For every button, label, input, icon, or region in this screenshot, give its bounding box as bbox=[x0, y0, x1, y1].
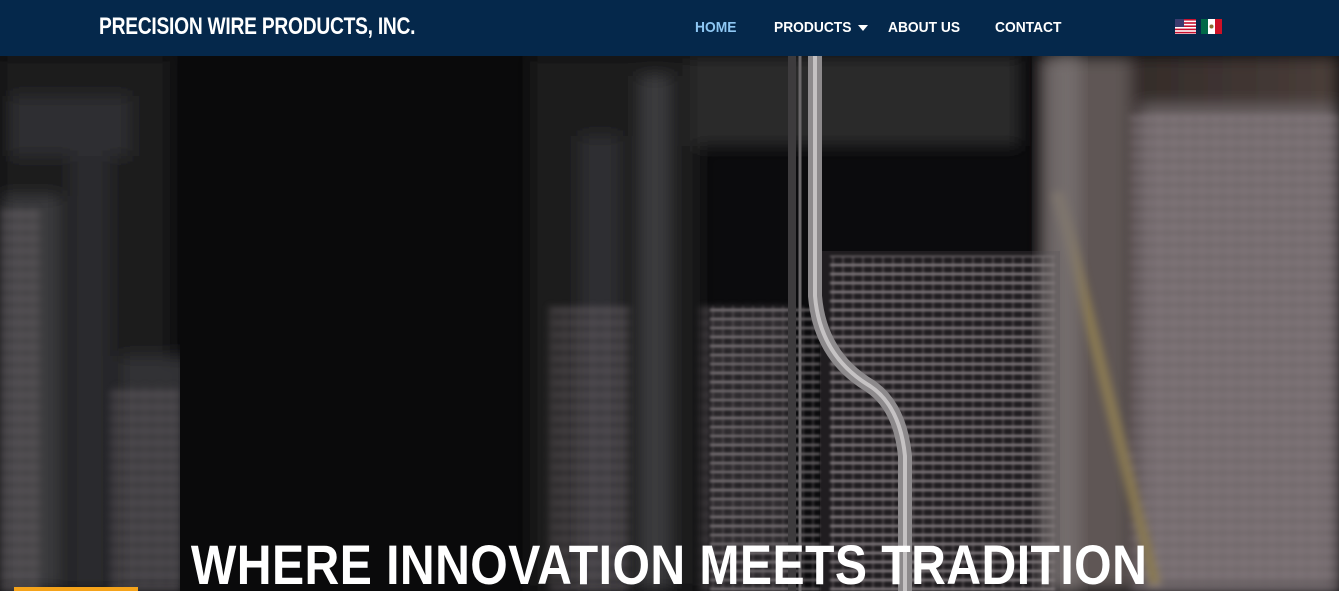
slider-progress-bar bbox=[14, 587, 138, 591]
us-flag-icon[interactable] bbox=[1175, 19, 1196, 34]
hero-headline: WHERE INNOVATION MEETS TRADITION bbox=[191, 533, 1148, 591]
hero-background-image bbox=[0, 56, 1339, 591]
mexico-flag-icon[interactable] bbox=[1201, 19, 1222, 34]
site-header: PRECISION WIRE PRODUCTS, INC. HOME PRODU… bbox=[0, 0, 1339, 56]
site-logo[interactable]: PRECISION WIRE PRODUCTS, INC. bbox=[99, 12, 416, 42]
chevron-down-icon[interactable] bbox=[858, 25, 868, 31]
nav-about-us[interactable]: ABOUT US bbox=[888, 18, 960, 38]
hero-banner: WHERE INNOVATION MEETS TRADITION bbox=[0, 56, 1339, 591]
nav-contact[interactable]: CONTACT bbox=[995, 18, 1061, 38]
nav-products[interactable]: PRODUCTS bbox=[774, 18, 851, 38]
nav-home[interactable]: HOME bbox=[695, 18, 736, 38]
